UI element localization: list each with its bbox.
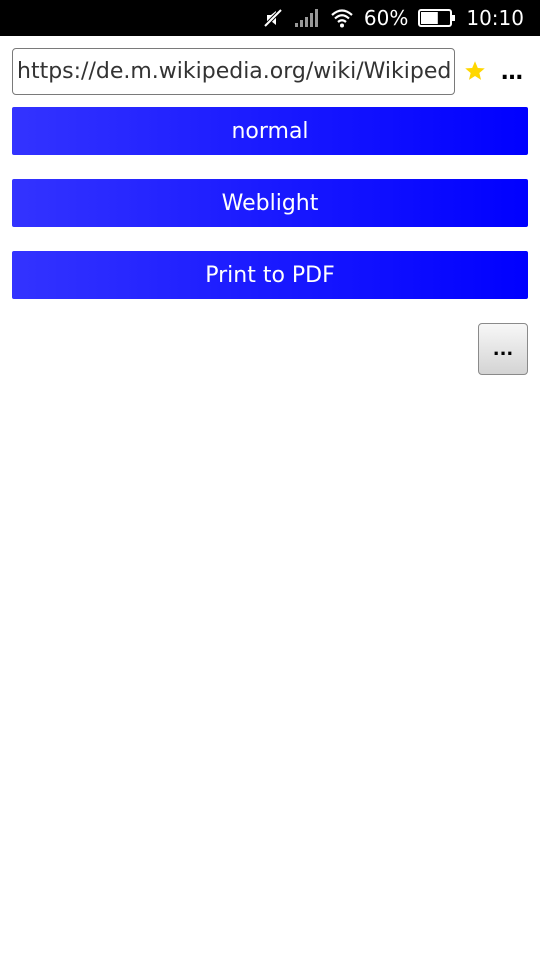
mute-icon [262,7,284,29]
wifi-icon [330,8,354,28]
normal-button[interactable]: normal [12,107,528,155]
star-icon[interactable] [462,58,488,84]
url-input[interactable] [12,48,455,95]
signal-icon [294,8,320,28]
print-to-pdf-button[interactable]: Print to PDF [12,251,528,299]
battery-icon [418,9,456,27]
battery-percent: 60% [363,6,409,30]
clock: 10:10 [466,6,524,30]
overflow-menu-icon[interactable]: … [500,60,524,85]
status-bar: 60% 10:10 [0,0,540,36]
more-options-button[interactable]: ... [478,323,528,375]
status-icons: 60% 10:10 [262,0,524,36]
weblight-button[interactable]: Weblight [12,179,528,227]
url-row: … [12,48,528,96]
